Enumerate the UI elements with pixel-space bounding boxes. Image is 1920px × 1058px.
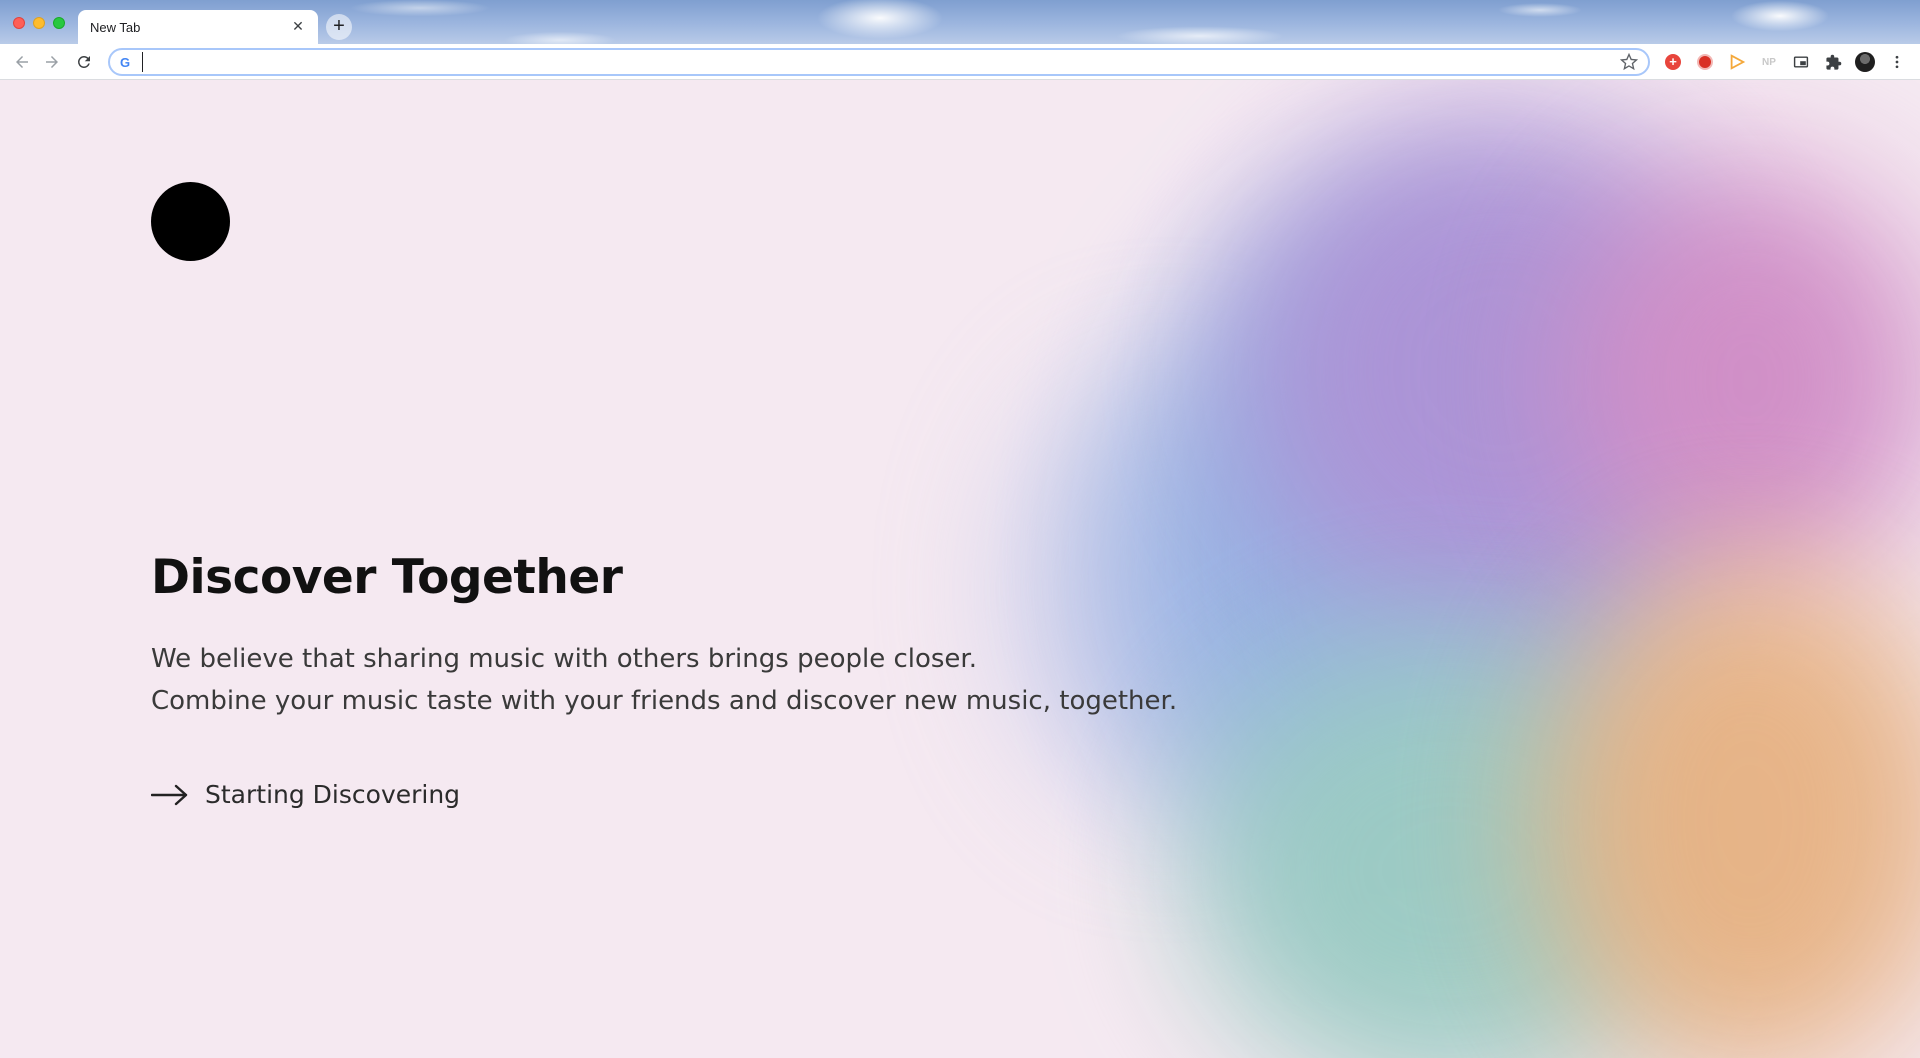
reload-icon[interactable] [72,50,96,74]
forward-arrow-icon[interactable] [40,50,64,74]
picture-in-picture-icon[interactable] [1791,52,1811,72]
browser-toolbar: G + NP [0,44,1920,80]
puzzle-icon[interactable] [1823,52,1843,72]
gradient-blob [1560,170,1920,590]
close-icon[interactable]: ✕ [290,19,306,35]
minimize-window-button[interactable] [33,17,45,29]
bookmark-star-icon[interactable] [1620,53,1638,71]
np-extension-icon[interactable]: NP [1759,52,1779,72]
google-g-icon: G [120,54,131,70]
profile-avatar-icon[interactable] [1855,52,1875,72]
url-input[interactable] [142,52,1620,72]
kebab-menu-icon[interactable] [1887,52,1907,72]
maximize-window-button[interactable] [53,17,65,29]
logo[interactable] [151,182,230,261]
start-discovering-link[interactable]: Starting Discovering [151,780,460,809]
browser-titlebar: New Tab ✕ + [0,0,1920,44]
description-line-2: Combine your music taste with your frien… [151,686,1178,716]
browser-tab[interactable]: New Tab ✕ [78,10,318,44]
red-plus-extension-icon[interactable]: + [1663,52,1683,72]
address-bar[interactable]: G [108,48,1650,76]
description-line-1: We believe that sharing music with other… [151,644,977,674]
arrow-right-icon [151,784,188,805]
orange-play-extension-icon[interactable] [1727,52,1747,72]
cta-label: Starting Discovering [205,780,461,809]
page-title: Discover Together [151,550,623,605]
page-viewport: Discover Together We believe that sharin… [0,80,1920,1058]
close-window-button[interactable] [13,17,25,29]
plus-icon[interactable]: + [326,14,352,40]
red-hand-extension-icon[interactable] [1695,52,1715,72]
tab-title: New Tab [90,19,141,35]
back-arrow-icon[interactable] [10,50,34,74]
